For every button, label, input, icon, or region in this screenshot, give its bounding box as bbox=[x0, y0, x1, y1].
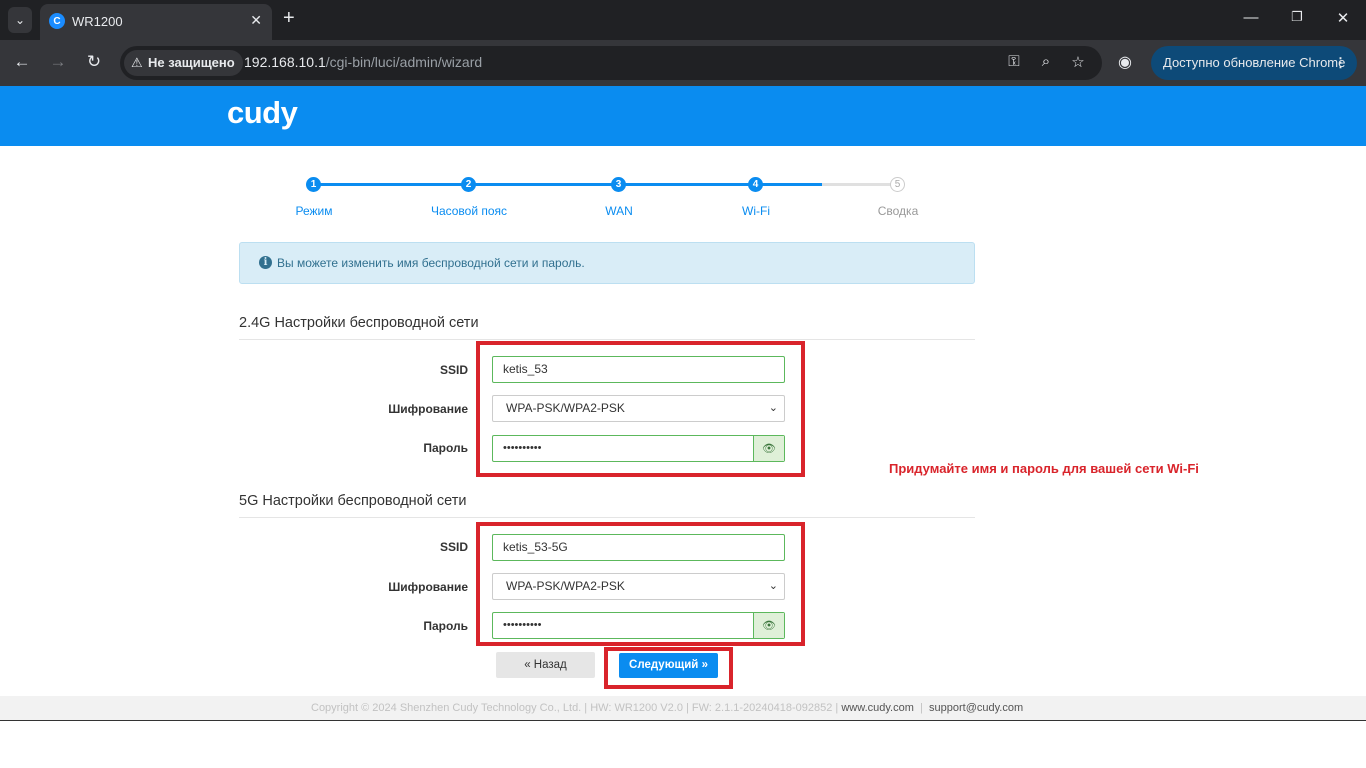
back-button[interactable]: « Назад bbox=[496, 652, 595, 678]
new-tab-plus-icon[interactable]: + bbox=[283, 8, 295, 28]
ssid-24g-label: SSID bbox=[439, 363, 468, 377]
profile-icon[interactable]: ◉ bbox=[1118, 52, 1132, 72]
browser-toolbar: ← → ↻ ⚠ Не защищено 192.168.10.1/cgi-bin… bbox=[0, 40, 1366, 86]
step-4-label: Wi-Fi bbox=[742, 204, 770, 218]
footer-separator: | bbox=[920, 702, 923, 714]
step-1-label: Режим bbox=[295, 204, 333, 218]
step-3-label: WAN bbox=[605, 204, 633, 218]
step-2-label: Часовой пояс bbox=[430, 204, 508, 218]
highlight-box-5g bbox=[476, 522, 805, 646]
highlight-box-24g bbox=[476, 341, 805, 477]
page-footer: Copyright © 2024 Shenzhen Cudy Technolog… bbox=[0, 696, 1366, 721]
step-4-dot: 4 bbox=[748, 177, 763, 192]
url-text[interactable]: 192.168.10.1/cgi-bin/luci/admin/wizard bbox=[244, 54, 482, 70]
update-label: Доступно обновление Chrome bbox=[1163, 55, 1346, 70]
key-icon[interactable]: ⚿ bbox=[1004, 53, 1024, 70]
page-header: cudy bbox=[0, 86, 1366, 146]
section-title-5g: 5G Настройки беспроводной сети bbox=[239, 493, 467, 509]
divider bbox=[239, 517, 975, 518]
footer-email-link[interactable]: support@cudy.com bbox=[929, 702, 1023, 714]
zoom-icon[interactable]: ⌕ bbox=[1036, 53, 1056, 70]
info-alert: i Вы можете изменить имя беспроводной се… bbox=[239, 242, 975, 284]
browser-tab[interactable]: C WR1200 ✕ bbox=[40, 4, 272, 40]
security-chip[interactable]: ⚠ Не защищено bbox=[124, 50, 243, 76]
cudy-logo: cudy bbox=[227, 95, 298, 130]
stepper-remaining-line bbox=[822, 183, 898, 186]
footer-copyright: Copyright © 2024 Shenzhen Cudy Technolog… bbox=[311, 702, 839, 714]
address-bar[interactable]: ⚠ Не защищено 192.168.10.1/cgi-bin/luci/… bbox=[120, 46, 1102, 80]
url-host: 192.168.10.1 bbox=[244, 54, 326, 70]
back-arrow-icon[interactable]: ← bbox=[11, 52, 33, 72]
tab-list-chevron-icon[interactable]: ⌄ bbox=[8, 7, 32, 33]
step-2-dot: 2 bbox=[461, 177, 476, 192]
stepper-progress-line bbox=[314, 183, 822, 186]
step-5-label: Сводка bbox=[877, 204, 919, 218]
info-icon: i bbox=[259, 256, 272, 269]
tab-close-icon[interactable]: ✕ bbox=[250, 12, 262, 29]
forward-arrow-icon[interactable]: → bbox=[47, 52, 69, 72]
step-1-dot: 1 bbox=[306, 177, 321, 192]
url-path: /cgi-bin/luci/admin/wizard bbox=[325, 54, 483, 70]
restore-icon[interactable]: ❐ bbox=[1287, 9, 1307, 25]
more-menu-icon[interactable]: ⋮ bbox=[1334, 46, 1347, 80]
minimize-icon[interactable]: — bbox=[1241, 9, 1261, 26]
footer-site-link[interactable]: www.cudy.com bbox=[841, 702, 914, 714]
warning-triangle-icon: ⚠ bbox=[131, 55, 143, 70]
tab-title: WR1200 bbox=[72, 14, 123, 29]
alert-text: Вы можете изменить имя беспроводной сети… bbox=[277, 256, 585, 270]
encryption-24g-label: Шифрование bbox=[388, 402, 468, 416]
annotation-hint: Придумайте имя и пароль для вашей сети W… bbox=[889, 461, 1199, 476]
step-5-dot: 5 bbox=[890, 177, 905, 192]
password-24g-label: Пароль bbox=[423, 441, 468, 455]
cudy-favicon-icon: C bbox=[49, 13, 65, 29]
reload-icon[interactable]: ↻ bbox=[83, 52, 105, 72]
chrome-update-button[interactable]: Доступно обновление Chrome ⋮ bbox=[1151, 46, 1357, 80]
security-label: Не защищено bbox=[148, 55, 235, 70]
wizard-stepper: 1 2 3 4 5 Режим Часовой пояс WAN Wi-Fi С… bbox=[239, 175, 975, 225]
section-title-24g: 2.4G Настройки беспроводной сети bbox=[239, 315, 479, 331]
ssid-5g-label: SSID bbox=[439, 540, 468, 554]
password-5g-label: Пароль bbox=[423, 619, 468, 633]
highlight-box-next bbox=[604, 647, 733, 689]
encryption-5g-label: Шифрование bbox=[388, 580, 468, 594]
bookmark-star-icon[interactable]: ☆ bbox=[1068, 53, 1088, 71]
browser-tabbar: ⌄ C WR1200 ✕ + — ❐ ✕ bbox=[0, 0, 1366, 40]
divider bbox=[239, 339, 975, 340]
step-3-dot: 3 bbox=[611, 177, 626, 192]
window-close-icon[interactable]: ✕ bbox=[1333, 9, 1353, 27]
footer-text: Copyright © 2024 Shenzhen Cudy Technolog… bbox=[311, 702, 1023, 714]
